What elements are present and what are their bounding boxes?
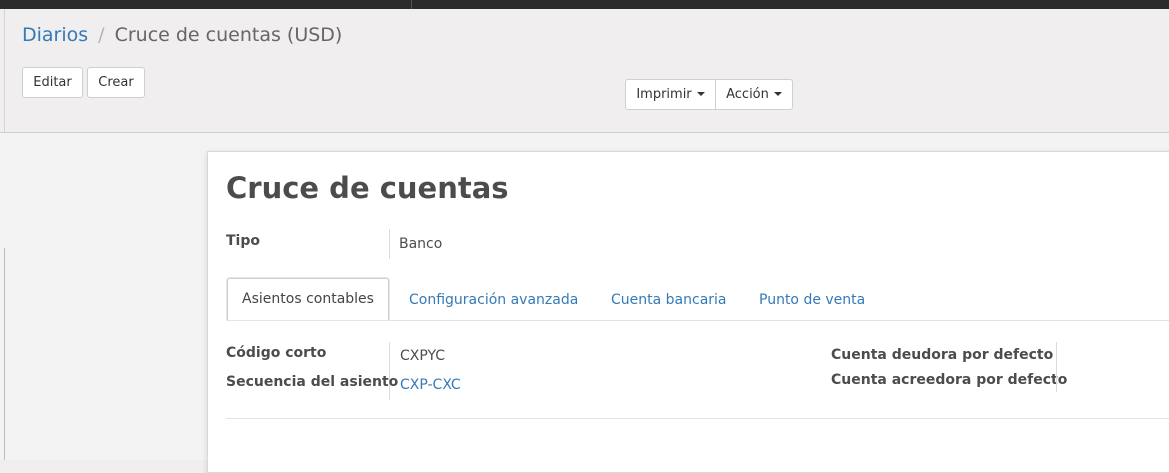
edit-button[interactable]: Editar [22, 67, 83, 98]
tab-point-of-sale[interactable]: Punto de venta [759, 291, 865, 309]
field-divider [389, 229, 390, 259]
caret-down-icon [773, 92, 782, 96]
field-divider [389, 342, 390, 400]
type-label: Tipo [226, 233, 260, 249]
type-value: Banco [399, 236, 443, 252]
breadcrumb: Diarios / Cruce de cuentas (USD) [22, 23, 342, 47]
navbar-divider [411, 0, 412, 9]
create-button[interactable]: Crear [87, 67, 145, 98]
record-title: Cruce de cuentas [226, 171, 509, 205]
sequence-link[interactable]: CXP-CXC [400, 376, 461, 394]
control-panel: Diarios / Cruce de cuentas (USD) Editar Cr… [0, 9, 1169, 133]
print-label: Imprimir [636, 87, 692, 102]
action-dropdown-button[interactable]: Acción [715, 79, 793, 110]
form-sheet: Cruce de cuentas Tipo Banco Asientos con… [207, 151, 1169, 473]
tab-advanced-settings[interactable]: Configuración avanzada [409, 291, 578, 309]
default-credit-account-label: Cuenta acreedora por defecto [831, 372, 1068, 388]
tab-bar-underline [388, 320, 1169, 321]
breadcrumb-separator: / [98, 24, 105, 46]
action-label: Acción [726, 87, 769, 102]
short-code-value: CXPYC [400, 348, 446, 364]
breadcrumb-current: Cruce de cuentas (USD) [114, 24, 343, 46]
field-divider [1056, 342, 1057, 392]
tab-journal-entries[interactable]: Asientos contables [227, 278, 389, 320]
panel-edge [4, 9, 5, 132]
short-code-label: Código corto [226, 345, 327, 361]
sequence-label: Secuencia del asiento [226, 374, 399, 390]
section-divider [226, 418, 1169, 419]
caret-down-icon [696, 92, 705, 96]
panel-edge [4, 248, 5, 460]
print-dropdown-button[interactable]: Imprimir [625, 79, 716, 110]
tab-bank-account[interactable]: Cuenta bancaria [611, 291, 727, 309]
breadcrumb-journals-link[interactable]: Diarios [22, 24, 88, 46]
top-navbar [0, 0, 1169, 9]
default-debit-account-label: Cuenta deudora por defecto [831, 347, 1054, 363]
